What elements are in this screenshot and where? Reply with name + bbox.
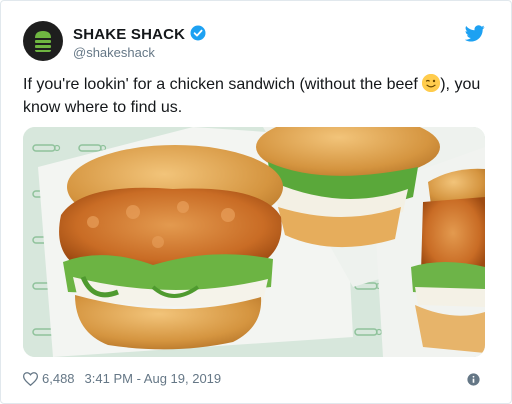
account-name[interactable]: SHAKE SHACK — [73, 25, 206, 45]
winking-face-icon — [422, 74, 441, 92]
like-count[interactable]: 6,488 — [42, 371, 75, 386]
avatar[interactable] — [23, 21, 63, 61]
chicken-sandwich-photo — [23, 127, 485, 357]
account-name-text: SHAKE SHACK — [73, 26, 186, 43]
account-handle[interactable]: @shakeshack — [73, 45, 155, 60]
tweet-text: If you're lookin' for a chicken sandwich… — [23, 73, 493, 119]
verified-badge-icon — [190, 25, 206, 45]
tweet-footer: 6,488 3:41 PM - Aug 19, 2019 — [22, 371, 222, 389]
tweet-text-part-1: If you're lookin' for a chicken sandwich… — [23, 76, 423, 93]
tweet-photo[interactable] — [23, 127, 485, 357]
tweet-timestamp[interactable]: 3:41 PM - Aug 19, 2019 — [85, 371, 222, 386]
shake-shack-logo-icon — [35, 31, 51, 52]
heart-icon[interactable] — [22, 372, 39, 389]
twitter-bird-icon[interactable] — [464, 25, 485, 47]
info-icon[interactable] — [467, 373, 480, 391]
tweet-card: SHAKE SHACK @shakeshack If you're lookin… — [0, 0, 512, 404]
